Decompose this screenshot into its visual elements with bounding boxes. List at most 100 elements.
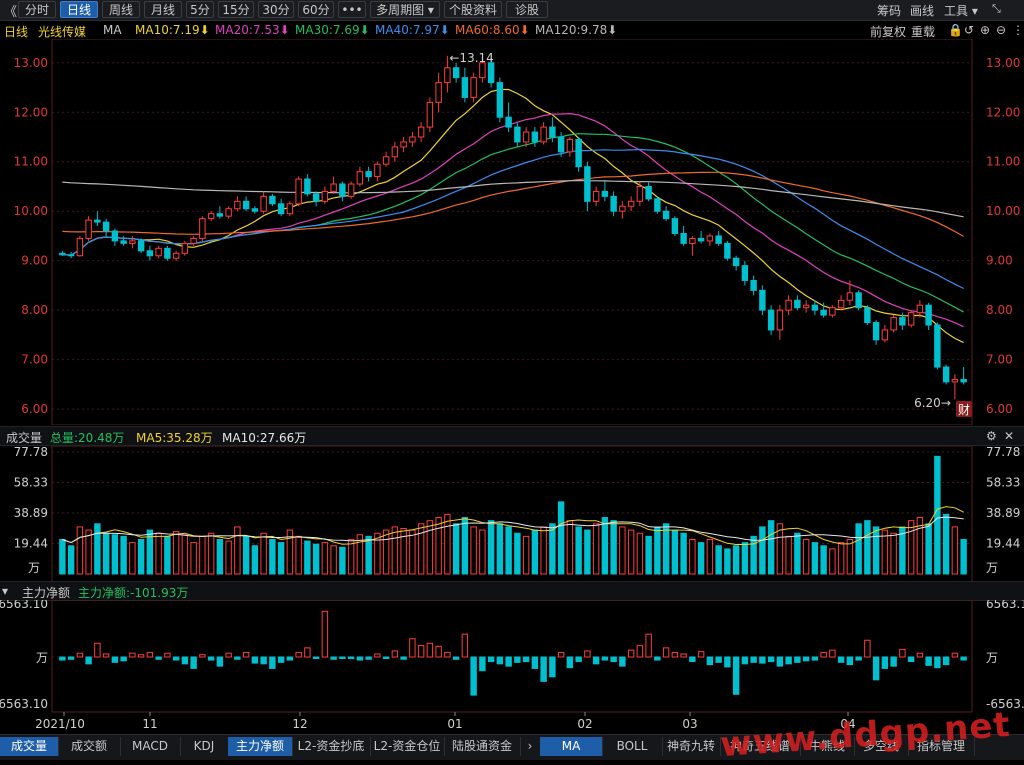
flow-bar <box>601 656 609 661</box>
volume-bar <box>391 526 399 575</box>
candle-body <box>164 247 171 259</box>
volume-chart[interactable]: 77.78 77.78 58.33 58.33 38.89 38.89 19.44 19.44… <box>0 446 1024 582</box>
candle-body <box>461 77 469 98</box>
candle-body <box>689 237 696 244</box>
volume-bar <box>102 532 110 575</box>
flow-bar <box>654 656 661 661</box>
collapse-icon[interactable]: 《 <box>4 1 17 20</box>
volume-y-tick-right: 58.33 <box>986 476 1020 490</box>
indicator-tab-4[interactable]: 主力净额 <box>228 737 293 756</box>
candle-body <box>137 240 145 252</box>
period-tab-7[interactable]: 60分 <box>298 1 334 18</box>
settings-icon[interactable]: ⚙ <box>986 429 997 443</box>
flow-bar <box>286 656 294 661</box>
flow-bar <box>426 642 434 658</box>
candle-body <box>479 62 486 79</box>
candle-body <box>610 195 617 212</box>
candle-body <box>155 247 162 257</box>
candle-body <box>514 126 521 143</box>
volume-title: 成交量 <box>6 431 43 445</box>
period-tab-0[interactable]: 分时 <box>18 1 56 18</box>
indicator-tab-8[interactable]: › <box>520 737 541 756</box>
flow-bar <box>76 652 84 658</box>
indicator-tab-1[interactable]: 成交额 <box>58 737 121 756</box>
ma-line-ma10 <box>62 88 964 344</box>
close-icon[interactable]: ✕ <box>1004 429 1014 443</box>
reload-button[interactable]: 重载 <box>911 23 935 40</box>
indicator-tab-9[interactable]: MA <box>540 737 603 756</box>
candle-body <box>934 324 941 368</box>
volume-bar <box>216 538 224 575</box>
volume-bar <box>470 526 477 575</box>
lock-icon[interactable]: 🔒 <box>948 23 963 37</box>
indicator-tab-2[interactable]: MACD <box>120 737 181 756</box>
volume-bar <box>566 520 574 575</box>
more-icon[interactable]: ⋮ <box>1012 23 1024 37</box>
indicator-tab-11[interactable]: 神奇九转 <box>662 737 721 756</box>
period-tab-1[interactable]: 日线 <box>60 1 98 18</box>
volume-bar <box>794 532 801 575</box>
ma-line-ma40 <box>62 148 964 290</box>
volume-ma10-line <box>62 516 964 544</box>
period-tab-10[interactable]: 个股资料 <box>444 1 502 18</box>
indicator-tab-3[interactable]: KDJ <box>180 737 229 756</box>
flow-bar <box>759 656 766 664</box>
volume-y-tick-left: 19.44 <box>14 537 48 551</box>
flow-bar <box>444 651 451 658</box>
volume-bar <box>837 542 845 575</box>
volume-bar <box>654 526 661 575</box>
zoom-out-icon[interactable]: ⊖ <box>996 23 1006 37</box>
volume-bar <box>452 523 460 575</box>
undo-icon[interactable]: ↺ <box>964 23 974 37</box>
volume-bar <box>864 520 871 575</box>
period-tab-5[interactable]: 15分 <box>218 1 254 18</box>
y-tick-left: 8.00 <box>21 303 48 317</box>
volume-bar <box>234 526 241 575</box>
zoom-in-icon[interactable]: ⊕ <box>980 23 990 37</box>
indicator-tab-5[interactable]: L2-资金抄底 <box>292 737 371 756</box>
period-tab-9[interactable]: 多周期图 ▾ <box>370 1 440 18</box>
flow-toggle-icon[interactable]: ▾ <box>2 584 8 598</box>
chips-button[interactable]: 筹码 <box>877 2 901 19</box>
candlestick-chart[interactable]: 13.00 13.00 12.00 12.00 11.00 11.00 10.00 10.00… <box>0 39 1024 425</box>
y-tick-left: 6.00 <box>21 402 48 416</box>
flow-bar <box>540 656 547 682</box>
volume-bar <box>636 532 644 575</box>
indicator-name[interactable]: MA <box>103 23 122 37</box>
indicator-tab-10[interactable]: BOLL <box>602 737 663 756</box>
period-tab-3[interactable]: 月线 <box>144 1 182 18</box>
candle-body <box>374 163 381 178</box>
indicator-tab-7[interactable]: 陆股通资金 <box>444 737 521 756</box>
fullscreen-icon[interactable]: ⤡ <box>992 2 1001 16</box>
flow-bar <box>619 656 626 667</box>
candle-body <box>881 329 889 341</box>
period-tab-4[interactable]: 5分 <box>186 1 214 18</box>
volume-bar <box>251 545 259 575</box>
candle-body <box>837 299 845 309</box>
flow-bar <box>916 652 924 658</box>
flow-bar <box>785 656 792 665</box>
indicator-tab-6[interactable]: L2-资金仓位 <box>370 737 445 756</box>
tools-button[interactable]: 工具 ▾ <box>944 2 978 19</box>
volume-bar <box>907 520 915 575</box>
period-tab-11[interactable]: 诊股 <box>506 1 548 18</box>
forward-adjust-button[interactable]: 前复权 <box>870 23 906 40</box>
flow-bar <box>645 633 652 658</box>
y-tick-right: 13.00 <box>986 56 1020 70</box>
flow-bar <box>242 651 250 658</box>
volume-bar <box>242 535 250 575</box>
candle-body <box>277 203 285 215</box>
y-tick-right: 11.00 <box>986 155 1020 169</box>
volume-y-tick-left: 38.89 <box>14 506 48 520</box>
period-tab-8[interactable]: ••• <box>338 1 366 18</box>
high-annotation: ←13.14 <box>449 51 493 65</box>
period-tab-6[interactable]: 30分 <box>258 1 294 18</box>
flow-bar <box>942 656 950 666</box>
draw-line-button[interactable]: 画线 <box>910 2 934 19</box>
y-tick-left: 11.00 <box>14 155 48 169</box>
flow-bar <box>680 653 687 658</box>
indicator-tab-0[interactable]: 成交量 <box>0 737 59 756</box>
period-tab-2[interactable]: 周线 <box>102 1 140 18</box>
volume-bar <box>67 545 75 575</box>
volume-y-tick-right: 19.44 <box>986 537 1020 551</box>
